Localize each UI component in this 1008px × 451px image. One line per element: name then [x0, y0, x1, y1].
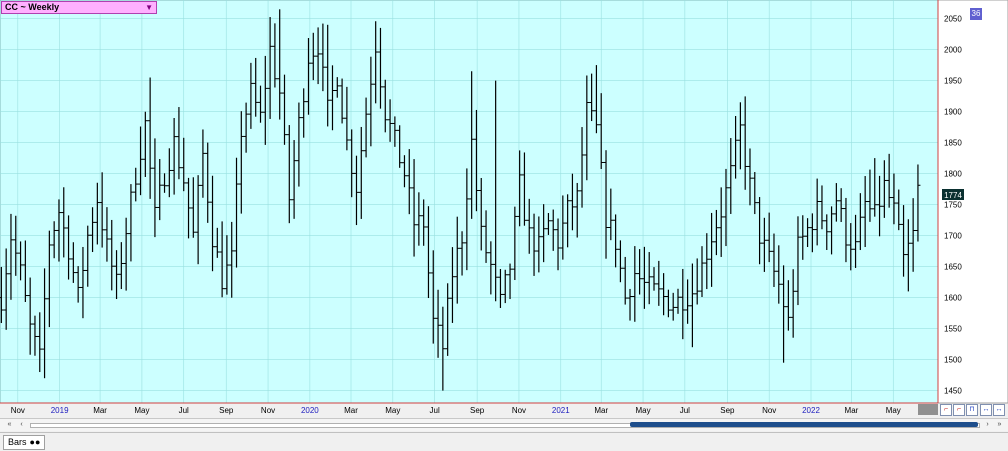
- x-tick-label: May: [134, 406, 149, 415]
- dropdown-caret-icon: ▼: [145, 3, 153, 12]
- y-tick-label: 1900: [944, 108, 962, 117]
- y-tick-label: 1800: [944, 170, 962, 179]
- bars-tab-label: Bars: [8, 437, 27, 447]
- x-tick-label: Nov: [11, 406, 25, 415]
- zoom-out-icon[interactable]: ↔: [993, 404, 1005, 416]
- tool-button-2[interactable]: ⌐: [953, 404, 965, 416]
- x-tick-label: Mar: [594, 406, 608, 415]
- y-tick-label: 2050: [944, 15, 962, 24]
- x-tick-label: 2022: [802, 406, 820, 415]
- y-tick-label: 1750: [944, 201, 962, 210]
- y-tick-label: 2000: [944, 46, 962, 55]
- x-tick-label: Mar: [845, 406, 859, 415]
- plot-area: [0, 0, 939, 404]
- last-price-label: 1774: [944, 191, 962, 200]
- x-tick-label: May: [886, 406, 901, 415]
- last-price-tag: 1774: [942, 189, 964, 200]
- time-scrollbar[interactable]: « ‹ › »: [0, 418, 1008, 431]
- x-tick-label: Nov: [762, 406, 776, 415]
- bars-tab[interactable]: Bars ●●: [3, 435, 46, 450]
- corner-badge[interactable]: 36: [970, 8, 982, 20]
- price-chart: 1450 1500 1550 1600 1650 1700 1750 1800 1850 1900…: [0, 0, 1008, 415]
- link-icon: ●●: [29, 437, 41, 447]
- x-tick-label: 2020: [301, 406, 319, 415]
- tool-button-1[interactable]: ⌐: [940, 404, 952, 416]
- y-tick-label: 1850: [944, 139, 962, 148]
- scroll-right-icon[interactable]: ›: [982, 420, 993, 430]
- x-tick-label: Jul: [680, 406, 690, 415]
- y-tick-label: 1650: [944, 263, 962, 272]
- scroll-first-icon[interactable]: «: [4, 420, 15, 430]
- bottom-tab-bar: Bars ●●: [0, 432, 1008, 451]
- x-tick-label: Sep: [720, 406, 735, 415]
- y-tick-label: 1700: [944, 232, 962, 241]
- y-tick-label: 1500: [944, 356, 962, 365]
- x-tick-label: Jul: [179, 406, 189, 415]
- x-tick-label: Nov: [512, 406, 526, 415]
- x-tick-label: 2021: [552, 406, 570, 415]
- tool-button-3[interactable]: ⊓: [966, 404, 978, 416]
- scroll-last-icon[interactable]: »: [994, 420, 1005, 430]
- symbol-selector[interactable]: CC ~ Weekly ▼: [1, 1, 157, 14]
- y-tick-label: 1950: [944, 77, 962, 86]
- scroll-thumb[interactable]: [630, 422, 978, 427]
- y-tick-label: 1550: [944, 325, 962, 334]
- x-tick-label: Jul: [430, 406, 440, 415]
- x-tick-label: Sep: [470, 406, 485, 415]
- x-axis-ticks: Nov 2019 Mar May Jul Sep Nov 2020 Mar May Jul Sep No…: [11, 406, 901, 415]
- symbol-label: CC ~ Weekly: [5, 2, 60, 12]
- x-tick-label: Nov: [261, 406, 275, 415]
- x-tick-label: May: [385, 406, 400, 415]
- y-tick-label: 1600: [944, 294, 962, 303]
- x-tick-label: Mar: [93, 406, 107, 415]
- y-tick-label: 1450: [944, 387, 962, 396]
- scroll-left-icon[interactable]: ‹: [16, 420, 27, 430]
- x-tick-label: Sep: [219, 406, 234, 415]
- x-tick-label: 2019: [51, 406, 69, 415]
- x-tick-label: Mar: [344, 406, 358, 415]
- axis-corner-block: [918, 404, 938, 415]
- zoom-in-icon[interactable]: ↔: [980, 404, 992, 416]
- x-tick-label: May: [635, 406, 650, 415]
